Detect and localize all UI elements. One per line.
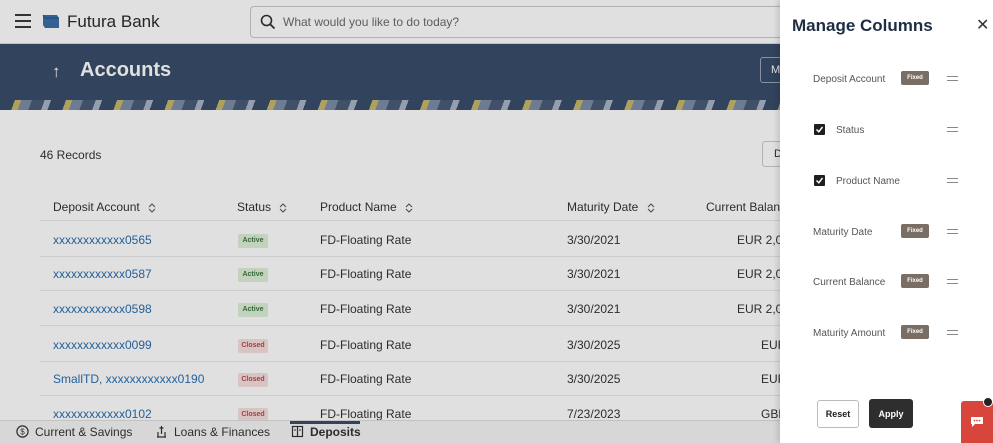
column-option-maturity-date[interactable]: Maturity Date Fixed — [780, 217, 993, 247]
column-option-current-balance[interactable]: Current Balance Fixed — [780, 267, 993, 297]
reset-button[interactable]: Reset — [817, 400, 859, 428]
drag-handle-icon[interactable] — [947, 178, 958, 183]
manage-columns-drawer: Manage Columns ✕ Deposit Account Fixed S… — [780, 0, 993, 443]
column-option-product-name[interactable]: Product Name — [780, 166, 993, 196]
drag-handle-icon[interactable] — [947, 127, 958, 132]
drag-handle-icon[interactable] — [947, 76, 958, 81]
fixed-badge: Fixed — [901, 325, 929, 339]
modal-overlay[interactable] — [0, 0, 780, 443]
drag-handle-icon[interactable] — [947, 330, 958, 335]
notification-dot — [983, 397, 993, 407]
apply-button[interactable]: Apply — [869, 399, 913, 428]
column-option-maturity-amount[interactable]: Maturity Amount Fixed — [780, 318, 993, 348]
column-option-label: Maturity Date — [813, 227, 873, 238]
column-option-label: Status — [836, 125, 865, 136]
chat-button[interactable] — [961, 401, 993, 443]
column-option-label: Current Balance — [813, 277, 886, 288]
chat-icon — [971, 417, 983, 427]
drag-handle-icon[interactable] — [947, 229, 958, 234]
close-icon[interactable]: ✕ — [976, 15, 989, 35]
fixed-badge: Fixed — [901, 274, 929, 288]
column-option-label: Maturity Amount — [813, 328, 886, 339]
drag-handle-icon[interactable] — [947, 279, 958, 284]
fixed-badge: Fixed — [901, 224, 929, 238]
column-option-label: Deposit Account — [813, 74, 886, 85]
checkbox-icon[interactable] — [814, 124, 825, 135]
column-option-status[interactable]: Status — [780, 115, 993, 145]
column-option-label: Product Name — [836, 176, 900, 187]
fixed-badge: Fixed — [901, 71, 929, 85]
checkbox-icon[interactable] — [814, 175, 825, 186]
drawer-title: Manage Columns — [792, 16, 933, 35]
column-option-deposit-account[interactable]: Deposit Account Fixed — [780, 64, 993, 94]
